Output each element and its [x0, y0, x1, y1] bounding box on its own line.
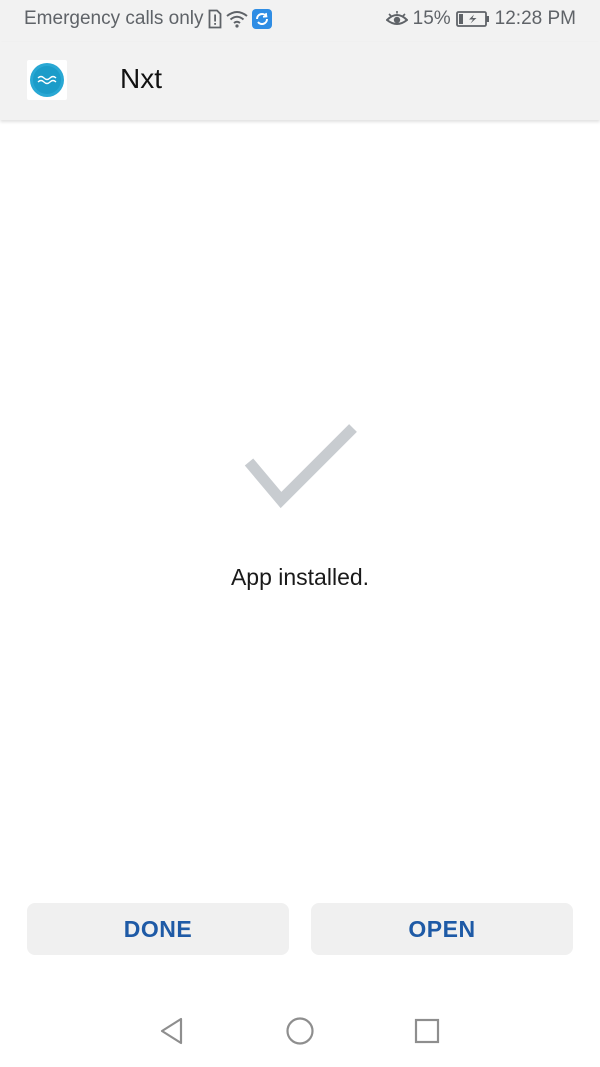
- navigation-bar: [0, 995, 600, 1067]
- app-bar: Nxt: [0, 42, 600, 120]
- status-right: 15% 12:28 PM: [385, 8, 576, 30]
- status-bar: Emergency calls only 15% 12:28 PM: [0, 0, 600, 42]
- eye-comfort-icon: [385, 11, 408, 27]
- nxt-logo-icon: [27, 60, 67, 100]
- home-icon[interactable]: [284, 1015, 316, 1047]
- recents-icon[interactable]: [411, 1015, 443, 1047]
- sim-alert-icon: [208, 9, 222, 29]
- status-left: Emergency calls only: [24, 8, 272, 30]
- install-status-message: App installed.: [230, 564, 370, 590]
- app-name: Nxt: [120, 63, 162, 94]
- carrier-text: Emergency calls only: [24, 8, 204, 29]
- battery-percent: 15%: [412, 8, 451, 29]
- sync-app-icon: [251, 9, 272, 29]
- done-button-label: DONE: [123, 915, 193, 942]
- open-button-label: OPEN: [408, 915, 476, 942]
- clock: 12:28 PM: [494, 8, 576, 29]
- wifi-icon: [225, 10, 248, 28]
- battery-charging-icon: [455, 11, 490, 27]
- install-result: App installed.: [0, 120, 600, 880]
- open-button[interactable]: OPEN: [311, 903, 573, 955]
- done-button[interactable]: DONE: [27, 903, 289, 955]
- back-icon[interactable]: [155, 1015, 187, 1047]
- check-icon: [243, 420, 359, 512]
